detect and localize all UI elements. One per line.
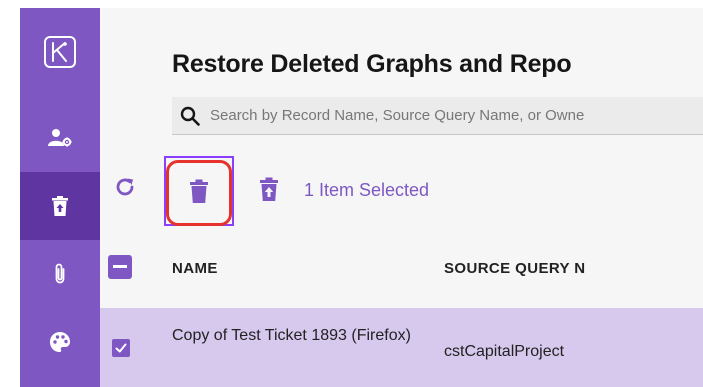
column-header-source-query[interactable]: SOURCE QUERY N [444,260,585,277]
sidebar-item-restore[interactable] [20,172,100,240]
checkmark-icon [115,343,127,353]
app-window: Restore Deleted Graphs and Repo Search b… [0,0,703,387]
column-header-name[interactable]: NAME [172,260,218,277]
sidebar-item-theme[interactable] [20,308,100,376]
logo-k-icon [52,42,67,62]
search-icon [180,106,200,131]
cell-record-name: Copy of Test Ticket 1893 (Firefox) [172,327,411,344]
cell-source-query: cstCapitalProject [444,343,565,360]
paperclip-icon [55,263,65,284]
refresh-icon [116,178,134,196]
restore-button[interactable] [256,176,282,202]
user-settings-icon [48,129,72,147]
selection-count: 1 Item Selected [304,180,430,200]
page-title: Restore Deleted Graphs and Repo [172,50,572,78]
trash-icon [190,179,208,203]
restore-icon [260,177,278,201]
select-all-checkbox[interactable] [108,255,132,279]
sidebar [20,8,100,387]
delete-button[interactable] [164,156,234,226]
search-bar [172,97,703,135]
search-input[interactable] [210,97,690,133]
refresh-button[interactable] [110,172,140,202]
row-checkbox[interactable] [112,339,130,357]
sidebar-item-attachments[interactable] [20,240,100,308]
restore-trash-icon [52,196,68,216]
sidebar-item-user-settings[interactable] [20,104,100,172]
app-logo[interactable] [44,36,76,68]
palette-icon [50,332,70,352]
